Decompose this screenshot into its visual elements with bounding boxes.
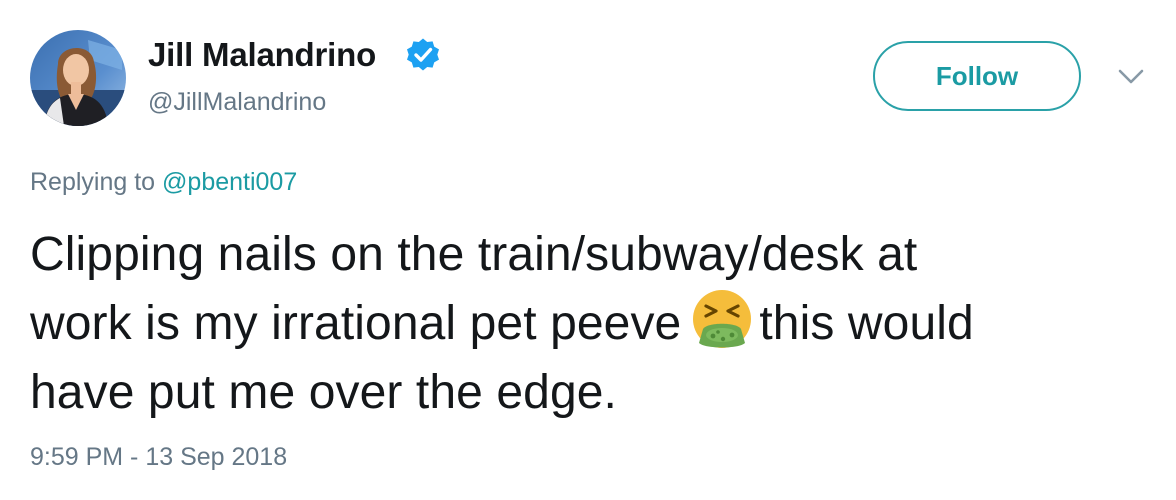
tweet-text-line-2: work is my irrational pet peeve this wou… — [30, 289, 1150, 358]
author-display-name[interactable]: Jill Malandrino — [148, 36, 376, 74]
verified-badge-icon — [407, 38, 439, 71]
tweet-text-line-1: Clipping nails on the train/subway/desk … — [30, 228, 918, 281]
follow-button[interactable]: Follow — [873, 41, 1081, 111]
replying-to: Replying to @pbenti007 — [30, 168, 297, 197]
tweet-timestamp[interactable]: 9:59 PM - 13 Sep 2018 — [30, 443, 287, 472]
tweet-text-line-2-start: work is my irrational pet peeve — [30, 297, 682, 350]
replying-to-label: Replying to — [30, 168, 156, 196]
reply-mention-link[interactable]: @pbenti007 — [162, 168, 297, 196]
chevron-down-icon[interactable] — [1116, 66, 1146, 88]
tweet-text-line-3: have put me over the edge. — [30, 366, 617, 419]
face-vomiting-emoji-icon — [693, 290, 752, 348]
tweet-card: Jill Malandrino @JillMalandrino Follow R… — [0, 0, 1176, 500]
avatar-image — [30, 30, 126, 126]
tweet-text-line-2-end: this would — [759, 297, 974, 350]
author-handle[interactable]: @JillMalandrino — [148, 88, 326, 117]
avatar[interactable] — [30, 30, 126, 126]
tweet-text: Clipping nails on the train/subway/desk … — [30, 220, 1150, 427]
